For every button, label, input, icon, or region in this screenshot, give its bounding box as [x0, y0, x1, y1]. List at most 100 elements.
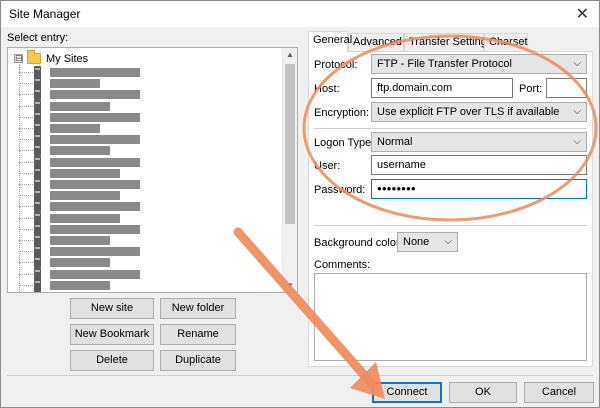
redacted-site-name [50, 68, 140, 77]
tree-site-entry[interactable] [19, 66, 279, 78]
user-label: User: [314, 160, 341, 172]
server-icon [34, 99, 41, 112]
tree-connector [19, 273, 33, 275]
tab-transfer-settings[interactable]: Transfer Settings [404, 33, 492, 51]
encryption-value: Use explicit FTP over TLS if available [377, 106, 560, 118]
tree-connector [19, 83, 33, 85]
tree-site-entry[interactable] [19, 122, 279, 134]
tree-site-entry[interactable] [19, 110, 279, 123]
tree-connector [19, 184, 33, 185]
tree-site-entry[interactable] [19, 133, 279, 146]
tree-connector [19, 172, 33, 174]
encryption-select[interactable]: Use explicit FTP over TLS if available ⌵ [371, 102, 587, 122]
tree-connector [19, 72, 33, 73]
tree-site-entry[interactable] [19, 222, 279, 235]
tab-advanced[interactable]: Advanced [348, 33, 404, 51]
cancel-button[interactable]: Cancel [524, 382, 594, 403]
password-label: Password: [314, 184, 366, 196]
redacted-site-name [50, 124, 100, 133]
host-field[interactable]: ftp.domain.com [371, 78, 513, 98]
redacted-site-name [50, 191, 120, 201]
tree-site-entry[interactable] [19, 144, 279, 157]
new-bookmark-button[interactable]: New Bookmark [70, 324, 154, 345]
select-entry-label: Select entry: [7, 32, 69, 44]
server-icon [34, 133, 41, 146]
tree-site-entry[interactable] [19, 256, 279, 269]
user-field[interactable]: username [371, 155, 587, 175]
window-title: Site Manager [9, 7, 81, 21]
tree-site-entry[interactable] [19, 99, 279, 112]
tree-site-entry[interactable] [19, 166, 279, 179]
tab-general[interactable]: General [308, 31, 352, 52]
footer-divider [7, 375, 593, 376]
comments-field[interactable] [314, 273, 587, 361]
tree-site-entry[interactable] [19, 211, 279, 224]
tree-site-entry[interactable] [19, 200, 279, 213]
redacted-site-name [50, 168, 120, 178]
scroll-up-icon[interactable]: ▲ [286, 50, 294, 59]
redacted-site-name [50, 146, 110, 156]
new-folder-button[interactable]: New folder [160, 298, 236, 319]
tree-site-entry[interactable] [19, 155, 279, 168]
scrollbar-thumb[interactable] [285, 64, 295, 224]
redacted-site-name [50, 202, 140, 212]
tree-root-my-sites[interactable]: My Sites [46, 53, 88, 65]
tree-site-entry[interactable] [19, 88, 279, 101]
rename-button[interactable]: Rename [160, 324, 236, 345]
tree-site-entry[interactable] [19, 267, 279, 280]
server-icon [34, 144, 41, 157]
tree-connector [19, 251, 33, 253]
tree-site-entry[interactable] [19, 189, 279, 202]
tree-site-entry[interactable] [19, 245, 279, 258]
server-icon [34, 234, 41, 246]
scroll-down-icon[interactable]: ▼ [286, 281, 294, 290]
server-icon [34, 256, 41, 269]
close-icon[interactable]: ✕ [576, 4, 589, 23]
tree-scrollbar[interactable]: ▲ ▼ [282, 48, 297, 292]
server-icon [34, 178, 41, 190]
new-site-button[interactable]: New site [70, 298, 154, 319]
redacted-site-name [50, 79, 100, 89]
tree-site-entry[interactable] [19, 77, 279, 90]
delete-button[interactable]: Delete [70, 350, 154, 371]
tree-connector [19, 139, 33, 141]
connect-button[interactable]: Connect [372, 382, 442, 403]
tree-connector [19, 116, 33, 118]
server-icon [34, 88, 41, 101]
redacted-site-name [50, 213, 120, 223]
site-manager-window: Site Manager ✕ Select entry: ⊟ My Sites … [0, 0, 600, 408]
tree-site-entry[interactable] [19, 278, 279, 291]
collapse-icon[interactable]: ⊟ [14, 54, 23, 63]
redacted-site-name [50, 269, 140, 279]
port-field[interactable] [546, 78, 587, 98]
tree-connector [19, 150, 33, 152]
tree-site-entry[interactable] [19, 234, 279, 246]
protocol-select[interactable]: FTP - File Transfer Protocol ⌵ [371, 54, 587, 74]
site-tree[interactable]: ⊟ My Sites ▲ ▼ [7, 47, 298, 293]
tree-site-entry[interactable] [19, 290, 279, 292]
tree-site-entry[interactable] [19, 178, 279, 190]
server-icon [34, 166, 41, 179]
redacted-site-name [50, 101, 110, 111]
redacted-site-name [50, 247, 140, 257]
server-icon [34, 66, 41, 78]
logon-type-value: Normal [377, 136, 413, 148]
logon-type-select[interactable]: Normal ⌵ [371, 132, 587, 152]
chevron-down-icon: ⌵ [573, 58, 581, 69]
chevron-down-icon: ⌵ [573, 136, 581, 147]
duplicate-button[interactable]: Duplicate [160, 350, 236, 371]
tree-connector [19, 161, 33, 163]
server-icon [34, 122, 41, 134]
background-color-select[interactable]: None ⌵ [397, 232, 458, 252]
tree-connector [19, 217, 33, 219]
server-icon [34, 278, 41, 291]
chevron-down-icon: ⌵ [444, 236, 452, 247]
host-label: Host: [314, 83, 340, 95]
server-icon [34, 290, 41, 292]
password-field[interactable]: ●●●●●●●● [371, 179, 587, 199]
tab-charset[interactable]: Charset [484, 33, 528, 51]
folder-icon [27, 50, 41, 64]
redacted-site-name [50, 157, 140, 167]
ok-button[interactable]: OK [449, 382, 517, 403]
server-icon [34, 267, 41, 280]
